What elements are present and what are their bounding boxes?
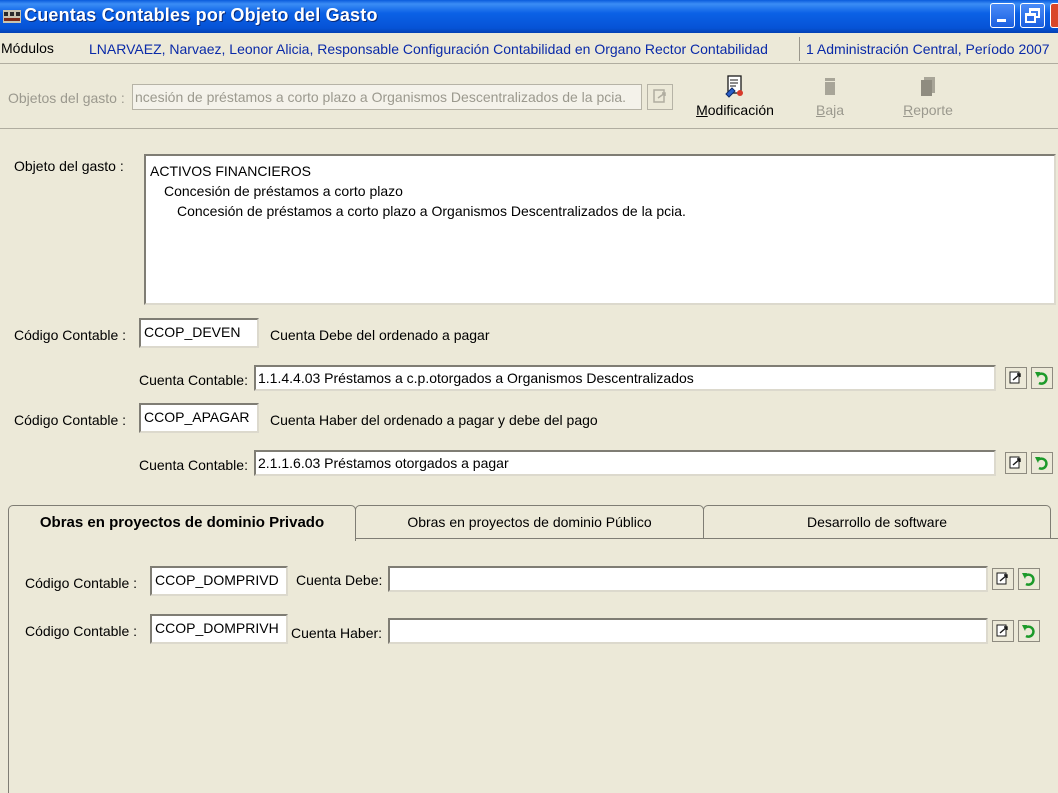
minimize-button[interactable] [990, 3, 1015, 28]
cuenta-debe-clear-button[interactable] [1031, 367, 1053, 389]
divider [799, 37, 800, 61]
baja-label: Baja [815, 102, 845, 118]
cuenta-haber-description: Cuenta Haber del ordenado a pagar y debe… [270, 412, 598, 428]
codigo-contable-haber-field[interactable]: CCOP_APAGAR [139, 403, 259, 433]
trash-icon [825, 78, 835, 95]
cuenta-haber-label: Cuenta Haber: [291, 625, 383, 641]
reporte-button[interactable]: Reporte [890, 74, 966, 118]
baja-button[interactable]: Baja [800, 74, 860, 118]
cuenta-haber-clear-button[interactable] [1031, 452, 1053, 474]
cuenta-contable-debe-label: Cuenta Contable: [139, 372, 248, 388]
tab-dominio-privado[interactable]: Obras en proyectos de dominio Privado [8, 505, 356, 541]
cuenta-debe-lookup-button[interactable] [1005, 367, 1027, 389]
cuenta-debe-field[interactable] [388, 566, 988, 592]
lookup-icon [1009, 371, 1021, 384]
maximize-button[interactable] [1020, 3, 1045, 28]
codigo-contable-haber-label: Código Contable : [14, 412, 127, 428]
objeto-gasto-memo[interactable]: ACTIVOS FINANCIEROS Concesión de préstam… [144, 154, 1056, 305]
codigo-contable-dompriv-haber-field[interactable]: CCOP_DOMPRIVH [150, 614, 288, 644]
organization-period: 1 Administración Central, Período 2007 [806, 41, 1050, 57]
codigo-contable-dompriv-debe-label: Código Contable : [25, 575, 138, 591]
cuenta-contable-haber-label: Cuenta Contable: [139, 457, 248, 473]
close-button[interactable] [1050, 3, 1058, 28]
codigo-contable-dompriv-haber-label: Código Contable : [25, 623, 138, 639]
session-info-bar: Módulos LNARVAEZ, Narvaez, Leonor Alicia… [0, 34, 1058, 64]
undo-icon [1035, 457, 1048, 470]
objetos-gasto-label: Objetos del gasto : [8, 90, 125, 106]
objeto-line: Concesión de préstamos a corto plazo a O… [177, 203, 686, 219]
cuenta-contable-haber-field[interactable]: 2.1.1.6.03 Préstamos otorgados a pagar [254, 450, 996, 476]
objetos-gasto-field[interactable]: ncesión de préstamos a corto plazo a Org… [132, 84, 642, 110]
codigo-contable-debe-label: Código Contable : [14, 327, 127, 343]
minimize-icon [997, 19, 1006, 22]
modificacion-button[interactable]: Modificación [690, 74, 780, 118]
lookup-icon [653, 89, 666, 103]
cuenta-debe-description: Cuenta Debe del ordenado a pagar [270, 327, 490, 343]
window-titlebar: Cuentas Contables por Objeto del Gasto [0, 0, 1058, 33]
tab-control: Obras en proyectos de dominio Privado Ob… [8, 505, 1058, 793]
cuenta-contable-debe-field[interactable]: 1.1.4.4.03 Préstamos a c.p.otorgados a O… [254, 365, 996, 391]
objeto-line: Concesión de préstamos a corto plazo [164, 183, 403, 199]
tab-dominio-publico[interactable]: Obras en proyectos de dominio Público [355, 505, 704, 539]
undo-icon [1022, 625, 1035, 638]
edit-document-icon [725, 75, 743, 98]
cuenta-haber-field[interactable] [388, 618, 988, 644]
report-icon [921, 77, 935, 96]
toolbar: Objetos del gasto : ncesión de préstamos… [0, 64, 1058, 129]
cuenta-dompriv-haber-lookup-button[interactable] [992, 620, 1014, 642]
window-title: Cuentas Contables por Objeto del Gasto [24, 5, 378, 25]
app-icon [3, 10, 21, 23]
undo-icon [1022, 573, 1035, 586]
cuenta-dompriv-debe-lookup-button[interactable] [992, 568, 1014, 590]
reporte-label: Reporte [903, 102, 953, 118]
codigo-contable-dompriv-debe-field[interactable]: CCOP_DOMPRIVD [150, 566, 288, 596]
current-user: LNARVAEZ, Narvaez, Leonor Alicia, Respon… [89, 41, 768, 57]
tab-page-dominio-privado: Código Contable : CCOP_DOMPRIVD Cuenta D… [8, 538, 1058, 793]
objetos-gasto-lookup-button[interactable] [647, 84, 673, 110]
cuenta-dompriv-haber-clear-button[interactable] [1018, 620, 1040, 642]
lookup-icon [996, 624, 1008, 637]
cuenta-haber-lookup-button[interactable] [1005, 452, 1027, 474]
modificacion-label: Modificación [696, 102, 774, 118]
tab-desarrollo-software[interactable]: Desarrollo de software [703, 505, 1051, 539]
cuenta-dompriv-debe-clear-button[interactable] [1018, 568, 1040, 590]
modules-menu[interactable]: Módulos [1, 40, 54, 56]
lookup-icon [996, 572, 1008, 585]
lookup-icon [1009, 456, 1021, 469]
objeto-gasto-label: Objeto del gasto : [14, 158, 124, 174]
cuenta-debe-label: Cuenta Debe: [296, 572, 383, 588]
undo-icon [1035, 372, 1048, 385]
objeto-line: ACTIVOS FINANCIEROS [150, 163, 312, 179]
codigo-contable-debe-field[interactable]: CCOP_DEVEN [139, 318, 259, 348]
